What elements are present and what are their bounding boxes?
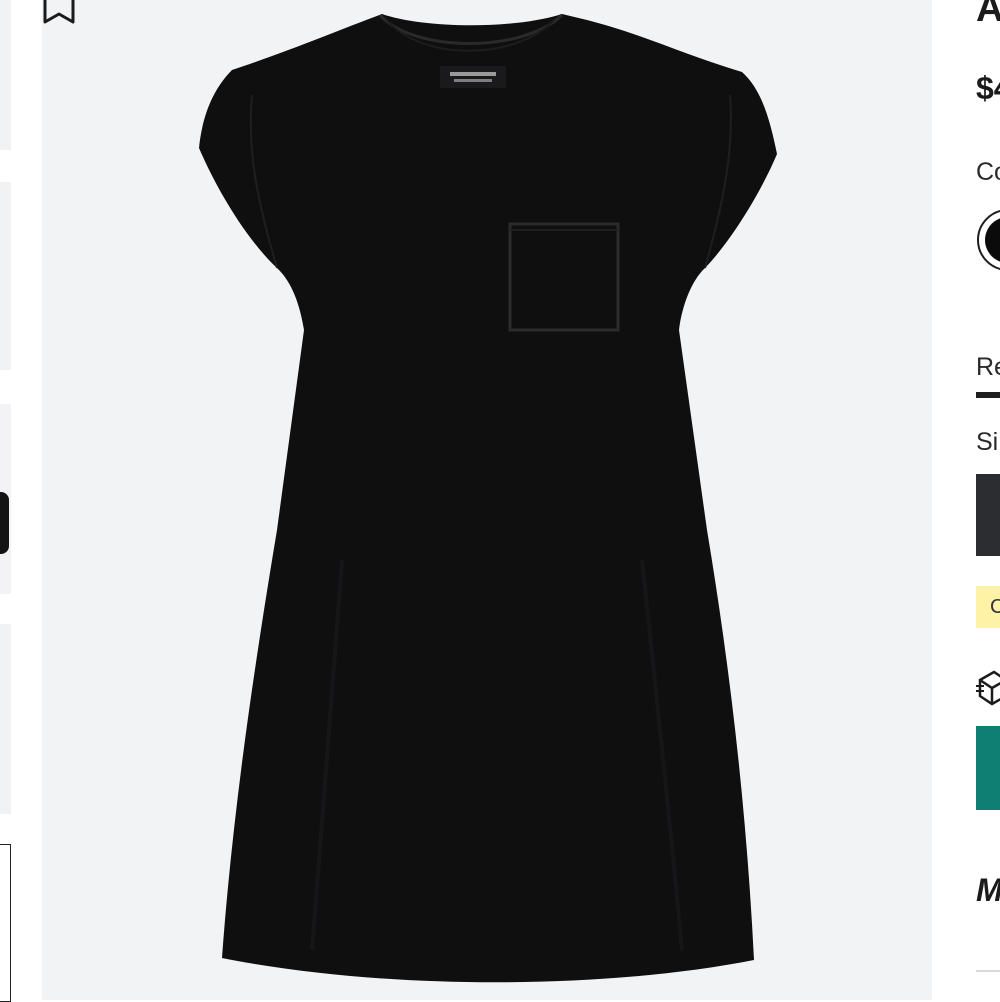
product-price: $4 bbox=[976, 70, 1000, 106]
thumbnail-model-arm bbox=[0, 492, 9, 554]
active-tab-indicator bbox=[976, 392, 1000, 398]
size-label: Si bbox=[976, 428, 999, 456]
product-main-image bbox=[42, 0, 932, 1000]
add-to-cart-button[interactable] bbox=[976, 726, 1000, 810]
size-select-button[interactable] bbox=[976, 474, 1000, 556]
thumbnail-image[interactable] bbox=[0, 0, 11, 150]
product-details-panel: A $4 Co Re Si C M bbox=[932, 0, 1000, 1000]
color-swatch-black[interactable] bbox=[977, 209, 1000, 271]
black-tshirt-dress-image bbox=[199, 13, 777, 983]
color-label: Co bbox=[976, 158, 1000, 186]
thumbnail-strip bbox=[0, 0, 14, 1002]
color-swatch-fill bbox=[985, 217, 1000, 263]
thumbnail-image-selected[interactable] bbox=[0, 844, 11, 1002]
promo-banner: C bbox=[976, 586, 1000, 628]
tab-regular[interactable]: Re bbox=[976, 353, 1000, 382]
bookmark-icon[interactable] bbox=[42, 0, 76, 26]
thumbnail-image[interactable] bbox=[0, 404, 11, 594]
thumbnail-image[interactable] bbox=[0, 182, 11, 370]
section-heading: M bbox=[976, 872, 1000, 908]
thumbnail-image[interactable] bbox=[0, 624, 11, 814]
section-divider bbox=[976, 970, 1000, 972]
product-title: A bbox=[976, 0, 1000, 30]
shipping-box-icon bbox=[976, 670, 1000, 706]
